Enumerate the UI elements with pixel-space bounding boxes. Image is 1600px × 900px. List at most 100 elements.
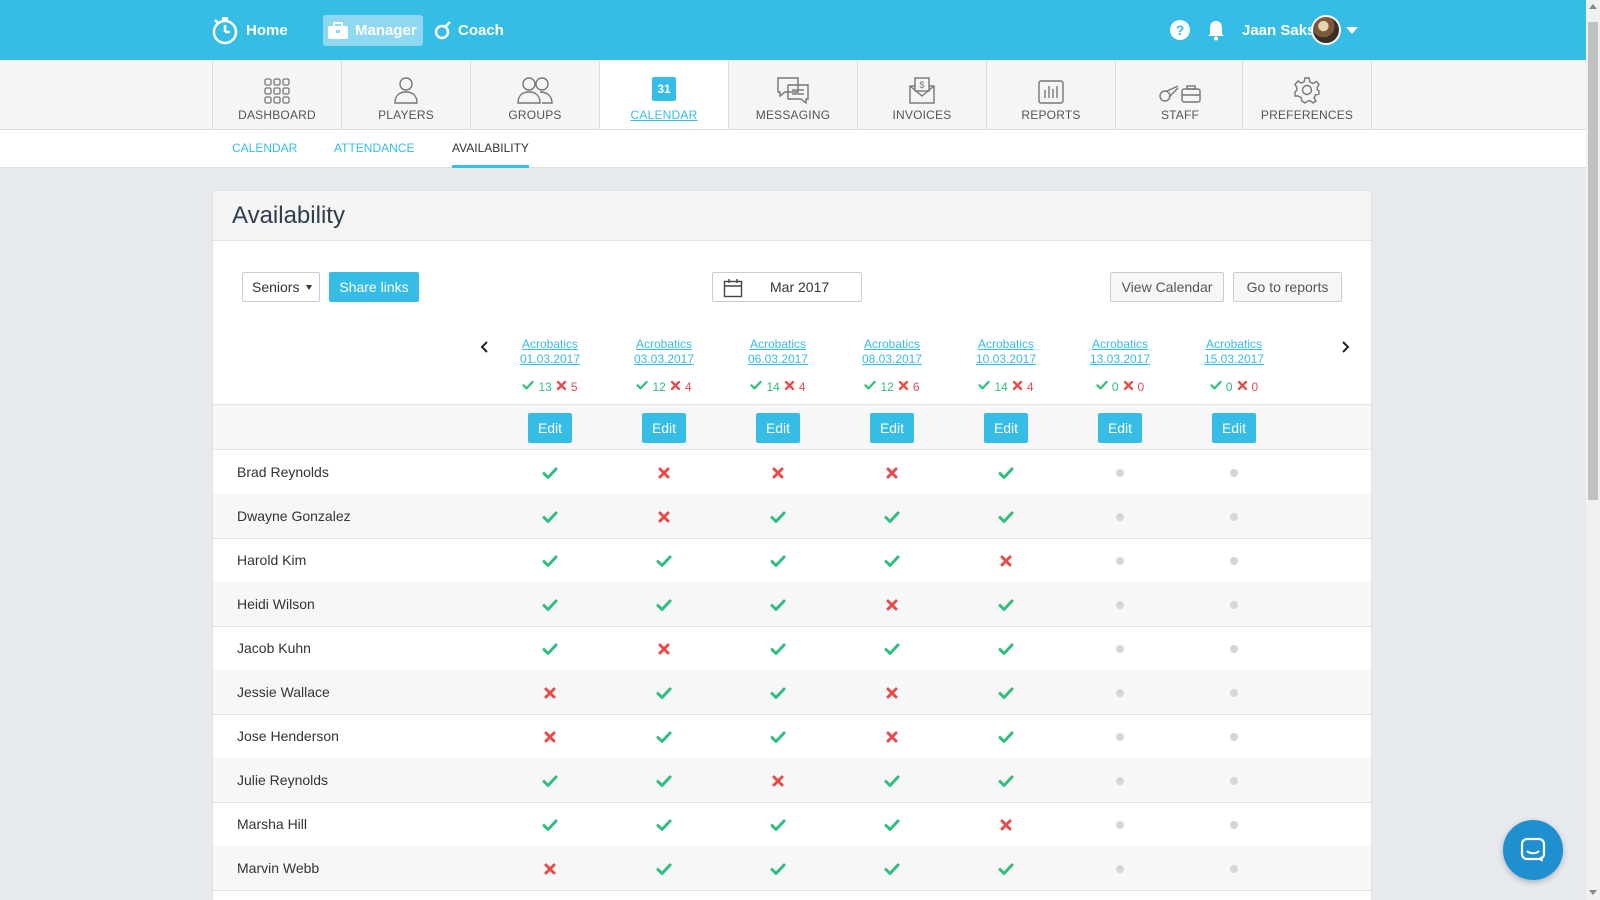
available-count: 13 [538, 379, 552, 394]
player-name: Heidi Wilson [237, 596, 315, 612]
scroll-down-icon[interactable] [1589, 890, 1597, 895]
subnav-availability[interactable]: AVAILABILITY [452, 130, 529, 168]
avatar[interactable] [1311, 15, 1341, 45]
nav-messaging[interactable]: MESSAGING [728, 60, 857, 129]
briefcase-icon [328, 21, 348, 39]
edit-button[interactable]: Edit [528, 413, 572, 443]
event-date-link[interactable]: 01.03.2017 [505, 352, 595, 367]
nav-reports[interactable]: REPORTS [986, 60, 1115, 129]
home-link[interactable]: Home [210, 0, 288, 60]
no-response-dot[interactable] [1116, 513, 1124, 521]
manager-link[interactable]: Manager [323, 15, 423, 46]
event-name-link[interactable]: Acrobatics [619, 337, 709, 352]
no-response-dot[interactable] [1230, 645, 1238, 653]
player-name: Jessie Wallace [237, 684, 330, 700]
event-name-link[interactable]: Acrobatics [505, 337, 595, 352]
event-name-link[interactable]: Acrobatics [1075, 337, 1165, 352]
nav-players[interactable]: PLAYERS [341, 60, 470, 129]
chevron-down-icon[interactable] [1346, 27, 1358, 34]
unavailable-count: 4 [798, 379, 806, 394]
no-response-dot[interactable] [1116, 777, 1124, 785]
page-title: Availability [232, 202, 345, 229]
nav-staff[interactable]: STAFF [1115, 60, 1244, 129]
player-name: Jacob Kuhn [237, 640, 311, 656]
event-date-link[interactable]: 08.03.2017 [847, 352, 937, 367]
event-counts: 14 4 [961, 379, 1051, 394]
chat-launcher-button[interactable] [1503, 820, 1563, 880]
cross-icon [1123, 380, 1134, 394]
no-response-dot[interactable] [1230, 513, 1238, 521]
available-count: 12 [880, 379, 894, 394]
gear-icon [1294, 77, 1320, 104]
no-response-dot[interactable] [1116, 865, 1124, 873]
no-response-dot[interactable] [1230, 689, 1238, 697]
check-icon [636, 379, 649, 394]
no-response-dot[interactable] [1230, 777, 1238, 785]
chevron-right-icon[interactable] [1338, 339, 1352, 355]
help-icon[interactable]: ? [1170, 20, 1190, 40]
no-response-dot[interactable] [1116, 645, 1124, 653]
cross-icon [670, 380, 681, 394]
subnav-attendance[interactable]: ATTENDANCE [334, 130, 414, 168]
no-response-dot[interactable] [1230, 865, 1238, 873]
no-response-dot[interactable] [1116, 689, 1124, 697]
nav-calendar[interactable]: 31 CALENDAR [599, 60, 728, 129]
month-picker[interactable]: Mar 2017 [712, 272, 862, 302]
player-row: Jose Henderson [213, 714, 1371, 759]
event-date-link[interactable]: 15.03.2017 [1189, 352, 1279, 367]
no-response-dot[interactable] [1116, 557, 1124, 565]
no-response-dot[interactable] [1230, 557, 1238, 565]
edit-button[interactable]: Edit [756, 413, 800, 443]
nav-preferences[interactable]: PREFERENCES [1242, 60, 1371, 129]
share-links-button[interactable]: Share links [329, 272, 419, 302]
no-response-dot[interactable] [1230, 469, 1238, 477]
sub-nav: CALENDAR ATTENDANCE AVAILABILITY [0, 130, 1586, 168]
page-scrollbar[interactable] [1586, 0, 1600, 900]
check-icon [1096, 379, 1108, 394]
edit-button[interactable]: Edit [642, 413, 686, 443]
no-response-dot[interactable] [1116, 469, 1124, 477]
unavailable-count: 4 [1026, 379, 1034, 394]
event-column-header: Acrobatics 10.03.2017 14 4 [961, 337, 1051, 394]
calendar-icon [723, 279, 743, 298]
nav-groups[interactable]: GROUPS [470, 60, 599, 129]
event-date-link[interactable]: 06.03.2017 [733, 352, 823, 367]
event-name-link[interactable]: Acrobatics [847, 337, 937, 352]
no-response-dot[interactable] [1230, 821, 1238, 829]
no-response-dot[interactable] [1230, 733, 1238, 741]
edit-button[interactable]: Edit [870, 413, 914, 443]
go-to-reports-button[interactable]: Go to reports [1233, 272, 1342, 302]
no-response-dot[interactable] [1116, 601, 1124, 609]
event-name-link[interactable]: Acrobatics [733, 337, 823, 352]
player-name: Julie Reynolds [237, 772, 329, 788]
edit-button[interactable]: Edit [984, 413, 1028, 443]
nav-label: PLAYERS [378, 108, 434, 122]
user-name[interactable]: Jaan Saks [1242, 0, 1315, 60]
bell-icon[interactable] [1206, 19, 1226, 41]
event-name-link[interactable]: Acrobatics [1189, 337, 1279, 352]
edit-button[interactable]: Edit [1098, 413, 1142, 443]
event-date-link[interactable]: 13.03.2017 [1075, 352, 1165, 367]
no-response-dot[interactable] [1230, 601, 1238, 609]
home-label: Home [246, 21, 288, 39]
nav-invoices[interactable]: $ INVOICES [857, 60, 986, 129]
event-date-link[interactable]: 10.03.2017 [961, 352, 1051, 367]
event-date-link[interactable]: 03.03.2017 [619, 352, 709, 367]
scrollbar-thumb[interactable] [1588, 22, 1598, 500]
event-counts: 00 [1189, 379, 1279, 394]
coach-link[interactable]: Coach [434, 0, 504, 60]
nav-dashboard[interactable]: DASHBOARD [212, 60, 341, 129]
scroll-up-icon[interactable] [1589, 4, 1597, 9]
event-name-link[interactable]: Acrobatics [961, 337, 1051, 352]
group-select[interactable]: Seniors [242, 272, 320, 302]
check-icon [750, 379, 763, 394]
chevron-left-icon[interactable] [478, 339, 492, 355]
event-counts: 12 6 [847, 379, 937, 394]
nav-label: MESSAGING [755, 108, 831, 122]
subnav-calendar[interactable]: CALENDAR [232, 130, 297, 168]
view-calendar-button[interactable]: View Calendar [1110, 272, 1224, 302]
edit-button[interactable]: Edit [1212, 413, 1256, 443]
no-response-dot[interactable] [1116, 821, 1124, 829]
top-bar: Home Manager Coach ? Jaan Saks [0, 0, 1586, 60]
no-response-dot[interactable] [1116, 733, 1124, 741]
